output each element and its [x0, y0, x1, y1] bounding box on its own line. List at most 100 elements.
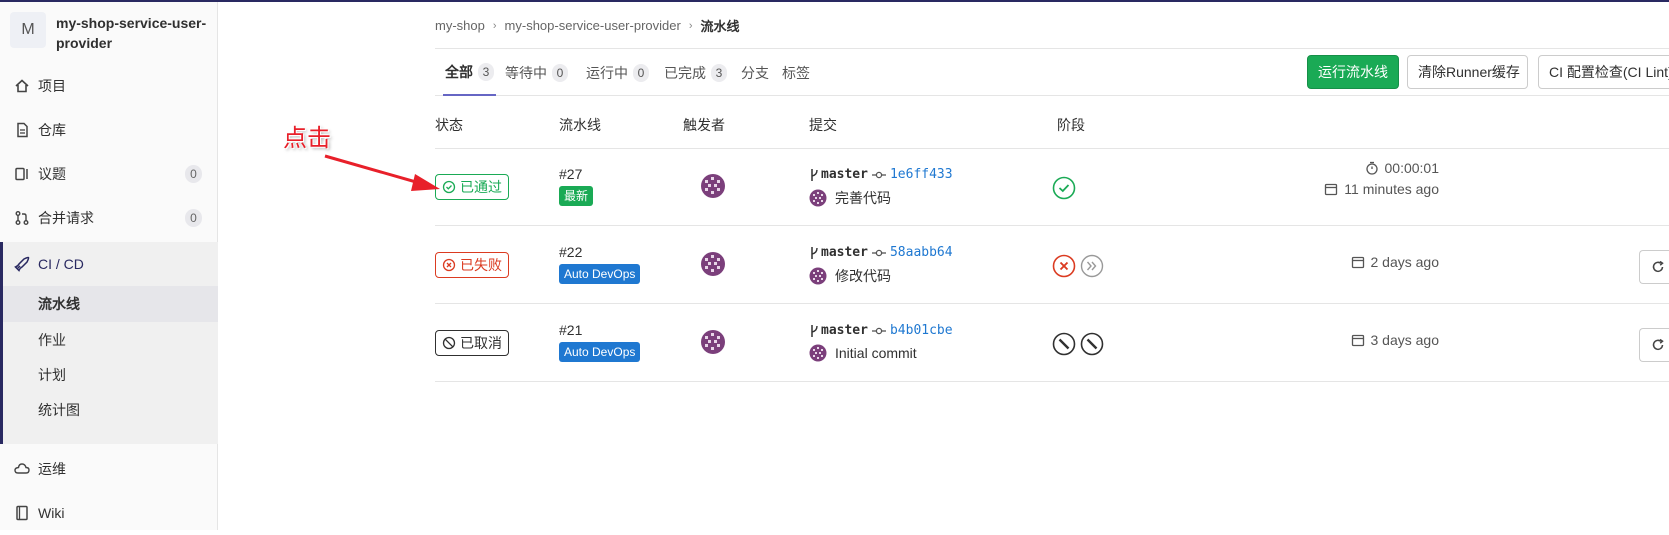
status-text: 已取消: [460, 335, 502, 351]
commit-ref: master 1e6ff433: [809, 167, 953, 182]
sidebar-item-label: 运维: [38, 461, 66, 477]
tab-label: 全部: [445, 63, 473, 80]
commit-sha-link[interactable]: 1e6ff433: [890, 167, 953, 182]
pipeline-stages: [1052, 176, 1076, 200]
sidebar-item-label: CI / CD: [38, 256, 84, 272]
canceled-circle-icon: [442, 336, 456, 350]
commit-title-link[interactable]: Initial commit: [835, 345, 917, 361]
commit-title-link[interactable]: 完善代码: [835, 188, 891, 208]
issues-icon: [14, 166, 30, 182]
tab-branches[interactable]: 分支: [741, 49, 769, 96]
triggerer-avatar[interactable]: [700, 173, 726, 199]
merge-requests-count-badge: 0: [185, 209, 202, 227]
sidebar-item-label: 仓库: [38, 122, 66, 138]
stage-success-icon[interactable]: [1052, 176, 1076, 200]
sidebar-item-issues[interactable]: 议题 0: [0, 152, 218, 196]
tab-count: 3: [478, 62, 494, 81]
pipelines-table-header: 状态 流水线 触发者 提交 阶段: [435, 97, 1669, 149]
commit-title-link[interactable]: 修改代码: [835, 266, 891, 286]
column-header-pipeline: 流水线: [559, 117, 601, 133]
tab-pending[interactable]: 等待中 0: [505, 49, 568, 96]
commit-author-avatar[interactable]: [809, 267, 827, 285]
branch-name-link[interactable]: master: [821, 167, 868, 182]
column-header-commit: 提交: [809, 117, 837, 133]
tab-label: 等待中: [505, 64, 547, 81]
stage-canceled-icon[interactable]: [1052, 332, 1076, 356]
run-pipeline-button[interactable]: 运行流水线: [1307, 55, 1399, 89]
breadcrumb-group[interactable]: my-shop: [435, 18, 485, 33]
calendar-icon: [1325, 183, 1338, 196]
pipeline-id-link[interactable]: #22: [559, 244, 582, 260]
ci-lint-button[interactable]: CI 配置检查(CI Lint): [1538, 55, 1669, 89]
commit-ref: master b4b01cbe: [809, 323, 953, 338]
sidebar-subitem-charts[interactable]: 统计图: [3, 392, 218, 428]
breadcrumb-project[interactable]: my-shop-service-user-provider: [505, 18, 681, 33]
pipeline-finished-time: 3 days ago: [1351, 332, 1439, 348]
book-icon: [14, 505, 30, 521]
retry-icon: [1652, 338, 1664, 351]
clear-runner-cache-button[interactable]: 清除Runner缓存: [1407, 55, 1528, 89]
annotation-label: 点击: [283, 124, 331, 152]
commit-message: 修改代码: [809, 266, 891, 286]
breadcrumb: my-shop › my-shop-service-user-provider …: [435, 16, 740, 35]
commit-author-avatar[interactable]: [809, 344, 827, 362]
commit-icon: [871, 249, 886, 256]
sidebar-subitem-schedules[interactable]: 计划: [3, 357, 218, 393]
pipeline-id-link[interactable]: #27: [559, 166, 582, 182]
stage-failed-icon[interactable]: [1052, 254, 1076, 278]
home-icon: [14, 78, 30, 94]
calendar-icon: [1351, 256, 1364, 269]
status-badge-canceled[interactable]: 已取消: [435, 330, 509, 356]
retry-button[interactable]: [1639, 328, 1669, 362]
commit-sha-link[interactable]: b4b01cbe: [890, 323, 953, 338]
pipeline-stages: [1052, 254, 1104, 278]
branch-name-link[interactable]: master: [821, 323, 868, 338]
commit-author-avatar[interactable]: [809, 189, 827, 207]
retry-button[interactable]: [1639, 250, 1669, 284]
sidebar: M my-shop-service-user-provider 项目 仓库 议题…: [0, 2, 218, 530]
sidebar-item-merge-requests[interactable]: 合并请求 0: [0, 196, 218, 240]
branch-icon: [811, 324, 818, 337]
sidebar-item-repository[interactable]: 仓库: [0, 108, 218, 152]
tab-count: 3: [711, 63, 727, 82]
branch-icon: [811, 246, 818, 259]
stage-skipped-icon[interactable]: [1080, 254, 1104, 278]
retry-icon: [1652, 260, 1664, 273]
tab-running[interactable]: 运行中 0: [586, 49, 649, 96]
status-badge-passed[interactable]: 已通过: [435, 174, 509, 200]
column-header-status: 状态: [435, 117, 463, 133]
duration-text: 00:00:01: [1384, 160, 1440, 176]
triggerer-avatar[interactable]: [700, 329, 726, 355]
project-header[interactable]: M my-shop-service-user-provider: [0, 2, 217, 58]
sidebar-item-wiki[interactable]: Wiki: [0, 491, 218, 535]
branch-name-link[interactable]: master: [821, 245, 868, 260]
cicd-section: CI / CD 流水线 作业 计划 统计图: [0, 242, 218, 444]
latest-badge: 最新: [559, 186, 594, 206]
project-name: my-shop-service-user-provider: [56, 15, 207, 51]
auto-devops-badge: Auto DevOps: [559, 342, 641, 362]
sidebar-subitem-jobs[interactable]: 作业: [3, 322, 218, 358]
pipeline-duration: 00:00:01: [1365, 160, 1440, 176]
tab-all[interactable]: 全部 3: [443, 49, 496, 96]
commit-sha-link[interactable]: 58aabb64: [890, 245, 953, 260]
triggerer-avatar[interactable]: [700, 251, 726, 277]
cloud-icon: [14, 461, 30, 477]
auto-devops-badge: Auto DevOps: [559, 264, 641, 284]
stage-canceled-icon[interactable]: [1080, 332, 1104, 356]
column-header-stages: 阶段: [1057, 117, 1085, 133]
tab-label: 分支: [741, 64, 769, 81]
sidebar-item-operations[interactable]: 运维: [0, 447, 218, 491]
tab-tags[interactable]: 标签: [782, 49, 810, 96]
pipeline-id-link[interactable]: #21: [559, 322, 582, 338]
tab-finished[interactable]: 已完成 3: [664, 49, 727, 96]
sidebar-item-cicd[interactable]: CI / CD: [0, 242, 218, 286]
timer-icon: [1365, 161, 1378, 175]
finished-time-text: 11 minutes ago: [1344, 181, 1439, 197]
sidebar-subitem-pipelines[interactable]: 流水线: [3, 286, 218, 322]
status-badge-failed[interactable]: 已失败: [435, 252, 509, 278]
sidebar-item-label: 合并请求: [38, 210, 94, 226]
sidebar-item-project[interactable]: 项目: [0, 64, 218, 108]
commit-icon: [871, 327, 886, 334]
breadcrumb-current[interactable]: 流水线: [700, 16, 739, 35]
tab-count: 0: [552, 63, 568, 82]
